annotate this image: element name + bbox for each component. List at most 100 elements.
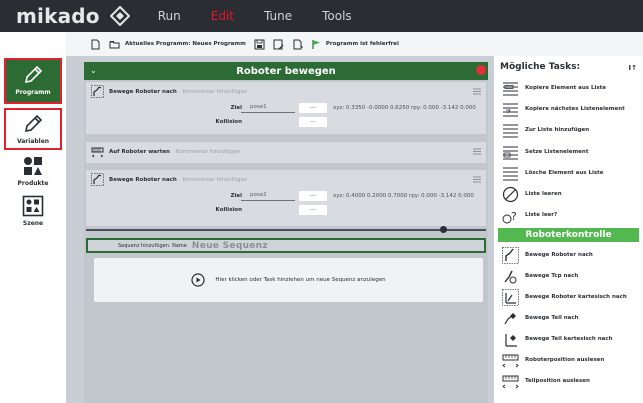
select-target-button[interactable]: ... bbox=[299, 191, 327, 201]
task-item-add-to-list[interactable]: Zur Liste hinzufügen bbox=[494, 120, 643, 140]
task-comment-input[interactable]: Kommentar hinzufügen bbox=[176, 149, 240, 155]
part-move-icon bbox=[504, 312, 516, 324]
new-sequence-drop-zone[interactable]: Hier klicken oder Task hinziehen um neue… bbox=[94, 258, 483, 302]
folder-icon[interactable] bbox=[109, 39, 120, 50]
new-file-icon[interactable] bbox=[90, 39, 101, 50]
collapse-chevron-icon[interactable]: ⌄ bbox=[90, 66, 97, 75]
task-item-move-tcp[interactable]: Bewege Tcp nach bbox=[494, 266, 643, 286]
task-item-label: Bewege Roboter nach bbox=[525, 252, 593, 258]
task-item-label: Bewege Roboter kartesisch nach bbox=[525, 294, 627, 300]
target-pose-field[interactable]: pose1 bbox=[241, 103, 295, 113]
delete-sequence-icon[interactable] bbox=[476, 65, 486, 75]
cartesian-move-icon bbox=[502, 288, 519, 306]
drag-handle-icon[interactable] bbox=[473, 88, 481, 95]
list-set-icon bbox=[503, 146, 518, 159]
sidebar-item-label: Programm bbox=[15, 89, 51, 96]
pose-coordinates: xyz: 0.3350 -0.0000 0.6250 rpy: 0.000 -3… bbox=[333, 105, 476, 111]
task-name: Bewege Roboter nach bbox=[109, 88, 177, 95]
robot-move-icon bbox=[91, 173, 104, 186]
target-pose-field[interactable]: pose2 bbox=[241, 191, 295, 201]
task-block[interactable]: Bewege Roboter nach Kommentar hinzufügen… bbox=[86, 82, 486, 134]
sort-icon[interactable]: I↑ bbox=[629, 64, 637, 72]
sequence-header[interactable]: ⌄ Roboter bewegen bbox=[84, 62, 488, 80]
param-row-ziel: Ziel pose1 ... xyz: 0.3350 -0.0000 0.625… bbox=[86, 101, 486, 115]
panel-title: Mögliche Tasks: bbox=[500, 62, 581, 72]
nav-tab-tune[interactable]: Tune bbox=[264, 9, 292, 23]
task-comment-input[interactable]: Kommentar hinzufügen bbox=[183, 89, 247, 95]
task-item-label: Kopiere Element aus Liste bbox=[525, 85, 606, 91]
robot-wait-icon bbox=[91, 147, 104, 158]
pencil-icon bbox=[24, 114, 43, 133]
sequence-name-input[interactable]: Neue Sequenz bbox=[192, 241, 268, 251]
task-item-label: Setze Listenelement bbox=[525, 149, 589, 155]
section-header-roboterkontrolle[interactable]: Roboterkontrolle bbox=[498, 228, 639, 242]
program-status-text: Programm ist fehlerfrei bbox=[325, 41, 399, 47]
sequence-end-divider bbox=[86, 229, 486, 231]
task-item-set-element[interactable]: Setze Listenelement bbox=[494, 142, 643, 162]
ruler-icon bbox=[502, 354, 519, 367]
task-item-label: Kopiere nächstes Listenelement bbox=[525, 106, 625, 112]
sidebar-item-label: Szene bbox=[22, 220, 44, 227]
task-item-delete-element[interactable]: Lösche Element aus Liste bbox=[494, 163, 643, 183]
sidebar-item-szene[interactable]: Szene bbox=[4, 193, 62, 231]
sidebar-item-label: Produkte bbox=[17, 180, 49, 187]
nav-tab-tools[interactable]: Tools bbox=[322, 9, 352, 23]
task-item-list-empty[interactable]: ? Liste leer? bbox=[494, 205, 643, 225]
task-block[interactable]: Auf Roboter warten Kommentar hinzufügen bbox=[86, 142, 486, 163]
pencil-icon bbox=[24, 65, 43, 84]
current-program-label: Aktuelles Programm: Neues Programm bbox=[125, 41, 246, 47]
no-entry-icon bbox=[502, 186, 519, 202]
collision-settings-button[interactable]: ... bbox=[299, 205, 327, 215]
task-comment-input[interactable]: Kommentar hinzufügen bbox=[183, 177, 247, 183]
diamond-logo-icon bbox=[109, 6, 130, 26]
task-item-move-robot[interactable]: Bewege Roboter nach bbox=[494, 245, 643, 265]
param-row-kollision: Kollision ... bbox=[86, 203, 486, 217]
task-header: Bewege Roboter nach Kommentar hinzufügen bbox=[86, 170, 486, 189]
task-item-label: Bewege Tcp nach bbox=[525, 273, 579, 279]
select-target-button[interactable]: ... bbox=[299, 103, 327, 113]
sequence-title: Roboter bewegen bbox=[236, 65, 336, 77]
export-icon[interactable] bbox=[292, 39, 303, 50]
task-item-label: Teilposition auslesen bbox=[525, 378, 590, 384]
save-icon[interactable] bbox=[254, 39, 265, 50]
robot-move-icon bbox=[91, 85, 104, 98]
param-row-ziel: Ziel pose2 ... xyz: 0.4000 0.2000 0.7000… bbox=[86, 189, 486, 203]
task-item-clear-list[interactable]: Liste leeren bbox=[494, 184, 643, 204]
save-as-icon[interactable] bbox=[273, 39, 284, 50]
drag-handle-icon[interactable] bbox=[473, 148, 481, 155]
task-item-label: Lösche Element aus Liste bbox=[525, 170, 604, 176]
task-block[interactable]: Bewege Roboter nach Kommentar hinzufügen… bbox=[86, 170, 486, 226]
task-header: Bewege Roboter nach Kommentar hinzufügen bbox=[86, 82, 486, 101]
task-item-label: Bewege Teil kartesisch nach bbox=[525, 336, 613, 342]
task-header: Auf Roboter warten Kommentar hinzufügen bbox=[86, 142, 486, 161]
task-item-read-robot-position[interactable]: Roboterposition auslesen bbox=[494, 350, 643, 370]
shapes-icon bbox=[24, 157, 42, 175]
sidebar-item-variablen[interactable]: Variablen bbox=[4, 108, 62, 150]
param-row-kollision: Kollision ... bbox=[86, 115, 486, 129]
task-item-read-part-position[interactable]: Teilposition auslesen bbox=[494, 371, 643, 391]
sidebar-item-programm[interactable]: Programm bbox=[4, 58, 62, 104]
task-item-copy-element[interactable]: Kopiere Element aus Liste bbox=[494, 78, 643, 98]
tcp-move-icon bbox=[504, 270, 517, 283]
editor-toolbar: Aktuelles Programm: Neues Programm Progr… bbox=[66, 32, 643, 56]
task-item-move-robot-cartesian[interactable]: Bewege Roboter kartesisch nach bbox=[494, 287, 643, 307]
task-item-move-part-cartesian[interactable]: Bewege Teil kartesisch nach bbox=[494, 329, 643, 349]
nav-tab-edit[interactable]: Edit bbox=[211, 9, 234, 23]
task-item-move-part[interactable]: Bewege Teil nach bbox=[494, 308, 643, 328]
add-sequence-row: Sequenz hinzufügen. Name Neue Sequenz bbox=[86, 238, 486, 253]
sidebar-item-produkte[interactable]: Produkte bbox=[4, 153, 62, 191]
svg-text:?: ? bbox=[511, 210, 517, 223]
possible-tasks-panel: Mögliche Tasks: I↑ Kopiere Element aus L… bbox=[494, 56, 643, 403]
collision-settings-button[interactable]: ... bbox=[299, 117, 327, 127]
insert-point-handle[interactable] bbox=[440, 226, 447, 233]
task-item-label: Liste leeren bbox=[525, 191, 562, 197]
task-item-label: Roboterposition auslesen bbox=[525, 357, 605, 363]
param-label: Kollision bbox=[215, 207, 242, 213]
flag-icon bbox=[312, 39, 320, 49]
task-item-copy-next[interactable]: Kopiere nächstes Listenelement bbox=[494, 99, 643, 119]
nav-tab-run[interactable]: Run bbox=[158, 9, 181, 23]
list-copy-icon bbox=[503, 82, 518, 95]
drop-zone-text: Hier klicken oder Task hinziehen um neue… bbox=[215, 277, 386, 283]
drag-handle-icon[interactable] bbox=[473, 176, 481, 183]
task-name: Bewege Roboter nach bbox=[109, 176, 177, 183]
